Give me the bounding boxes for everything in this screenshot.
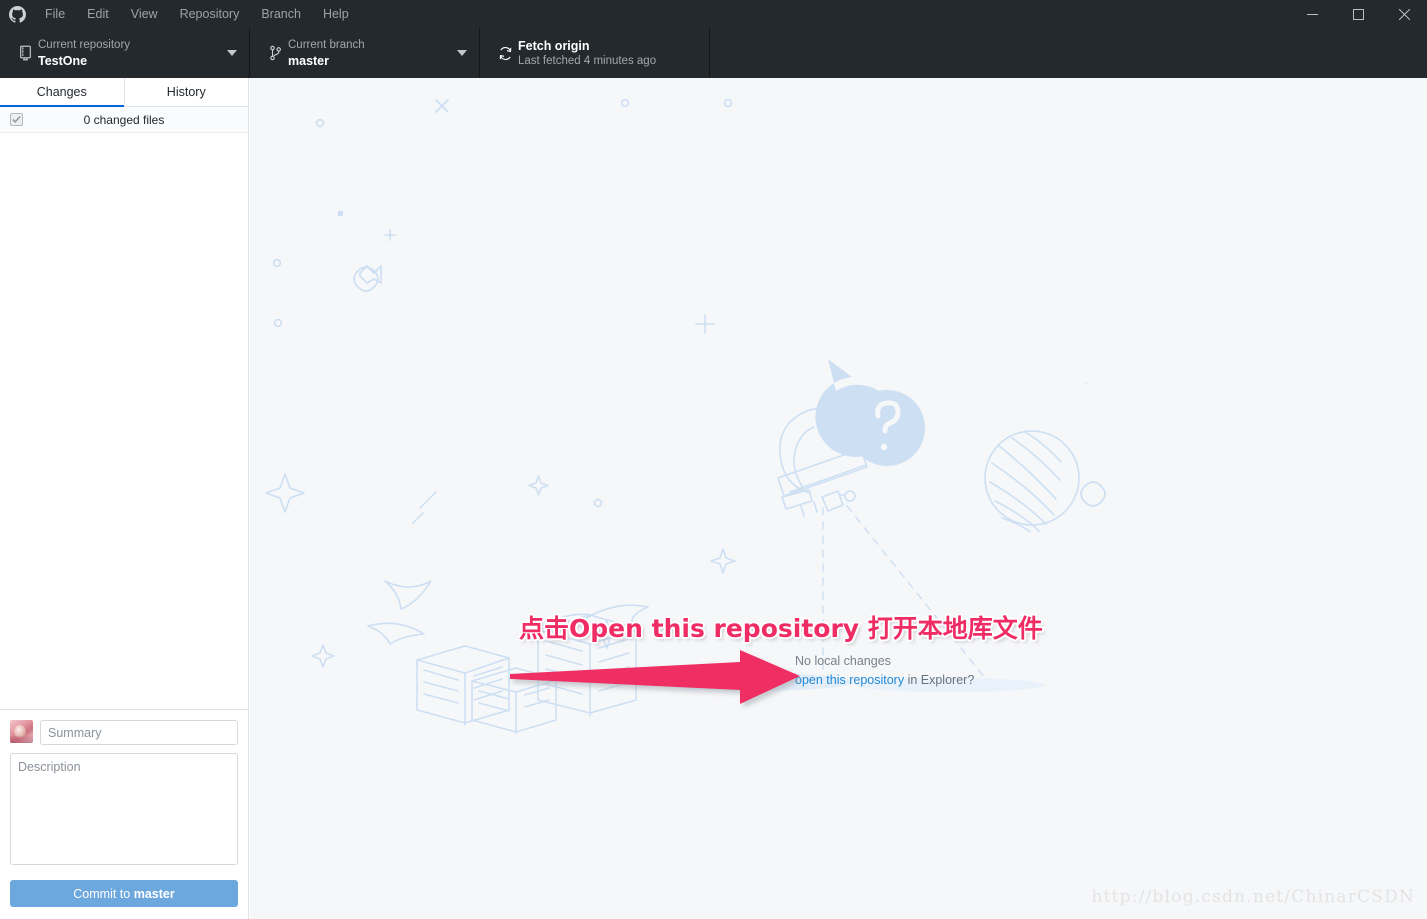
- tab-changes-label: Changes: [36, 85, 87, 99]
- menu-item-file[interactable]: File: [34, 0, 76, 28]
- menu-item-help[interactable]: Help: [312, 0, 360, 28]
- current-branch-value: master: [288, 53, 329, 68]
- toolbar: Current repository TestOne Current branc…: [0, 28, 1427, 78]
- menu-item-view[interactable]: View: [120, 0, 169, 28]
- maximize-button[interactable]: [1335, 0, 1381, 28]
- annotation-en: Open this repository: [569, 614, 860, 643]
- annotation-cn-prefix: 点击: [519, 614, 570, 643]
- menu-item-repository[interactable]: Repository: [169, 0, 251, 28]
- current-repository-label: Current repository: [38, 38, 131, 51]
- summary-row: [10, 720, 238, 745]
- changed-files-count: 0 changed files: [83, 112, 165, 127]
- watermark: http://blog.csdn.net/ChinarCSDN: [1091, 887, 1415, 907]
- avatar: [10, 720, 33, 743]
- fetch-origin-button[interactable]: Fetch origin Last fetched 4 minutes ago: [480, 28, 710, 78]
- empty-state-text: No local changes open this repository in…: [795, 652, 1215, 690]
- tab-history[interactable]: History: [123, 78, 248, 106]
- current-branch-button[interactable]: Current branch master: [250, 28, 480, 78]
- title-bar: File Edit View Repository Branch Help: [0, 0, 1427, 28]
- current-repository-button[interactable]: Current repository TestOne: [0, 28, 250, 78]
- right-arrow-annotation: [510, 650, 800, 704]
- commit-button-prefix: Commit to: [73, 886, 134, 901]
- telescope-searching-illustration: [265, 98, 1106, 734]
- select-all-checkbox[interactable]: [10, 113, 23, 126]
- open-repository-line: open this repository in Explorer?: [795, 671, 1215, 690]
- current-repository-value: TestOne: [38, 53, 88, 68]
- chevron-down-icon: [457, 50, 467, 56]
- menu-item-edit[interactable]: Edit: [76, 0, 120, 28]
- chevron-down-icon: [227, 50, 237, 56]
- window-controls: [1289, 0, 1427, 28]
- tab-history-label: History: [166, 85, 206, 99]
- open-this-repository-link[interactable]: open this repository: [795, 673, 904, 687]
- current-branch-label: Current branch: [288, 38, 365, 51]
- fetch-origin-subtitle: Last fetched 4 minutes ago: [518, 54, 657, 67]
- commit-summary-input[interactable]: [40, 720, 238, 745]
- changed-files-header: 0 changed files: [0, 107, 248, 133]
- annotation-cn-suffix: 打开本地库文件: [859, 614, 1043, 643]
- sidebar: Changes History 0 changed files Commit t: [0, 78, 249, 919]
- github-mark-icon: [0, 5, 34, 23]
- in-explorer-suffix: in Explorer?: [904, 673, 975, 687]
- toolbar-filler: [710, 28, 1427, 78]
- minimize-button[interactable]: [1289, 0, 1335, 28]
- no-local-changes-label: No local changes: [795, 654, 891, 668]
- fetch-origin-title: Fetch origin: [518, 38, 590, 53]
- commit-button-branch: master: [133, 886, 175, 901]
- sync-refresh-icon: [492, 46, 518, 61]
- repo-book-icon: [12, 45, 38, 61]
- commit-form: Commit to master: [0, 709, 248, 919]
- menu-item-branch[interactable]: Branch: [250, 0, 312, 28]
- commit-to-master-button[interactable]: Commit to master: [10, 880, 238, 907]
- git-branch-icon: [262, 45, 288, 61]
- github-desktop-window: File Edit View Repository Branch Help Cu…: [0, 0, 1427, 919]
- commit-description-input[interactable]: [10, 753, 238, 865]
- close-button[interactable]: [1381, 0, 1427, 28]
- main-content: No local changes open this repository in…: [250, 78, 1427, 919]
- annotation-text: 点击Open this repository 打开本地库文件: [519, 609, 1043, 645]
- tab-changes[interactable]: Changes: [0, 78, 124, 107]
- changed-files-list: [0, 133, 248, 709]
- sidebar-tabs: Changes History: [0, 78, 248, 107]
- menu-bar: File Edit View Repository Branch Help: [34, 0, 360, 28]
